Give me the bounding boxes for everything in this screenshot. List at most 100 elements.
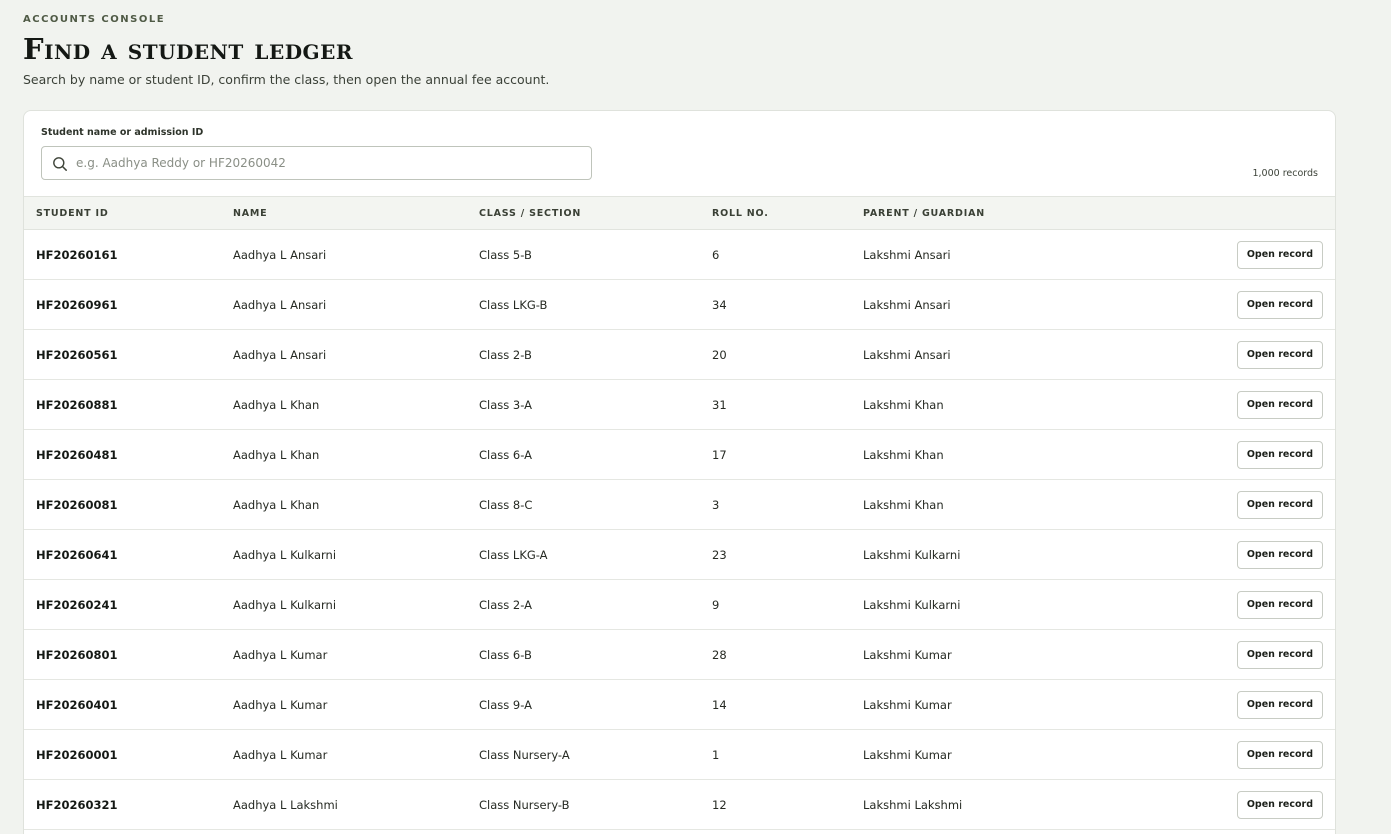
table-row[interactable]: HF20260961 Aadhya L Ansari Class LKG-B 34 La… <box>24 279 1335 330</box>
cell-action: Open record <box>1167 779 1335 830</box>
open-record-button[interactable]: Open record <box>1236 440 1323 469</box>
open-record-button[interactable]: Open record <box>1236 690 1323 719</box>
open-record-button[interactable]: Open record <box>1236 590 1323 619</box>
cell-student-id: HF20260241 <box>24 579 221 630</box>
cell-action: Open record <box>1167 429 1335 480</box>
cell-class-section: Class LKG-B <box>467 279 700 330</box>
cell-roll-no: 34 <box>700 279 851 330</box>
cell-student-id: HF20260481 <box>24 429 221 480</box>
cell-student-id: HF20260561 <box>24 329 221 380</box>
cell-name: Aadhya L Lakshmi <box>221 779 467 830</box>
cell-parent: Lakshmi Kumar <box>851 729 1167 780</box>
page-subtitle: Search by name or student ID, confirm th… <box>23 72 550 87</box>
table-row[interactable]: HF20260081 Aadhya L Khan Class 8-C 3 Lakshmi… <box>24 479 1335 530</box>
cell-name: Aadhya L Khan <box>221 429 467 480</box>
cell-action: Open record <box>1167 279 1335 330</box>
cell-class-section: Class Nursery-B <box>467 779 700 830</box>
cell-class-section: Class 2-B <box>467 329 700 380</box>
students-table: STUDENT ID NAME CLASS / SECTION ROLL NO.… <box>24 196 1335 830</box>
column-header-student-id: STUDENT ID <box>24 196 221 230</box>
cell-name: Aadhya L Kumar <box>221 679 467 730</box>
table-row[interactable]: HF20260161 Aadhya L Ansari Class 5-B 6 Laksh… <box>24 229 1335 280</box>
table-row[interactable]: HF20260481 Aadhya L Khan Class 6-A 17 Lakshm… <box>24 429 1335 480</box>
cell-name: Aadhya L Kumar <box>221 629 467 680</box>
cell-action: Open record <box>1167 579 1335 630</box>
open-record-button[interactable]: Open record <box>1236 790 1323 819</box>
cell-roll-no: 17 <box>700 429 851 480</box>
page: ACCOUNTS CONSOLE Find a student ledger S… <box>0 0 1391 834</box>
cell-parent: Lakshmi Lakshmi <box>851 779 1167 830</box>
cell-action: Open record <box>1167 379 1335 430</box>
table-row[interactable]: HF20260561 Aadhya L Ansari Class 2-B 20 Laks… <box>24 329 1335 380</box>
cell-parent: Lakshmi Ansari <box>851 229 1167 280</box>
cell-parent: Lakshmi Khan <box>851 479 1167 530</box>
cell-action: Open record <box>1167 479 1335 530</box>
cell-student-id: HF20260161 <box>24 229 221 280</box>
table-header-row: STUDENT ID NAME CLASS / SECTION ROLL NO.… <box>24 196 1335 230</box>
cell-class-section: Class Nursery-A <box>467 729 700 780</box>
cell-action: Open record <box>1167 729 1335 780</box>
search-input[interactable] <box>76 147 581 179</box>
cell-roll-no: 31 <box>700 379 851 430</box>
cell-roll-no: 20 <box>700 329 851 380</box>
column-header-roll-no: ROLL NO. <box>700 196 851 230</box>
table-row[interactable]: HF20260801 Aadhya L Kumar Class 6-B 28 Laksh… <box>24 629 1335 680</box>
cell-parent: Lakshmi Khan <box>851 429 1167 480</box>
cell-action: Open record <box>1167 679 1335 730</box>
column-header-class-section: CLASS / SECTION <box>467 196 700 230</box>
console-eyebrow: ACCOUNTS CONSOLE <box>23 14 166 25</box>
cell-name: Aadhya L Ansari <box>221 329 467 380</box>
table-row[interactable]: HF20260401 Aadhya L Kumar Class 9-A 14 Laksh… <box>24 679 1335 730</box>
cell-class-section: Class 6-A <box>467 429 700 480</box>
cell-student-id: HF20260881 <box>24 379 221 430</box>
cell-roll-no: 1 <box>700 729 851 780</box>
table-row[interactable]: HF20260001 Aadhya L Kumar Class Nursery-A 1… <box>24 729 1335 780</box>
cell-class-section: Class 9-A <box>467 679 700 730</box>
cell-student-id: HF20260961 <box>24 279 221 330</box>
cell-name: Aadhya L Khan <box>221 479 467 530</box>
cell-name: Aadhya L Ansari <box>221 229 467 280</box>
column-header-action <box>1167 196 1335 230</box>
cell-parent: Lakshmi Kulkarni <box>851 529 1167 580</box>
search-box[interactable] <box>41 146 592 180</box>
open-record-button[interactable]: Open record <box>1236 340 1323 369</box>
cell-parent: Lakshmi Ansari <box>851 329 1167 380</box>
table-row[interactable]: HF20260321 Aadhya L Lakshmi Class Nursery-… <box>24 779 1335 830</box>
cell-class-section: Class 2-A <box>467 579 700 630</box>
cell-class-section: Class LKG-A <box>467 529 700 580</box>
search-card: Student name or admission ID 1,000 recor… <box>23 110 1336 834</box>
cell-action: Open record <box>1167 329 1335 380</box>
cell-name: Aadhya L Kulkarni <box>221 529 467 580</box>
cell-parent: Lakshmi Kumar <box>851 679 1167 730</box>
cell-parent: Lakshmi Ansari <box>851 279 1167 330</box>
record-count: 1,000 records <box>1252 168 1318 179</box>
cell-roll-no: 3 <box>700 479 851 530</box>
table-row[interactable]: HF20260881 Aadhya L Khan Class 3-A 31 Lakshm… <box>24 379 1335 430</box>
cell-roll-no: 9 <box>700 579 851 630</box>
cell-student-id: HF20260081 <box>24 479 221 530</box>
cell-student-id: HF20260801 <box>24 629 221 680</box>
open-record-button[interactable]: Open record <box>1236 490 1323 519</box>
cell-roll-no: 28 <box>700 629 851 680</box>
table-row[interactable]: HF20260641 Aadhya L Kulkarni Class LKG-A 23… <box>24 529 1335 580</box>
open-record-button[interactable]: Open record <box>1236 390 1323 419</box>
open-record-button[interactable]: Open record <box>1236 740 1323 769</box>
table-row[interactable]: HF20260241 Aadhya L Kulkarni Class 2-A 9 Lak… <box>24 579 1335 630</box>
search-label: Student name or admission ID <box>41 127 204 138</box>
cell-roll-no: 12 <box>700 779 851 830</box>
column-header-parent: PARENT / GUARDIAN <box>851 196 1167 230</box>
open-record-button[interactable]: Open record <box>1236 640 1323 669</box>
open-record-button[interactable]: Open record <box>1236 290 1323 319</box>
cell-name: Aadhya L Kumar <box>221 729 467 780</box>
open-record-button[interactable]: Open record <box>1236 240 1323 269</box>
search-icon <box>52 156 68 172</box>
cell-parent: Lakshmi Kulkarni <box>851 579 1167 630</box>
cell-class-section: Class 8-C <box>467 479 700 530</box>
open-record-button[interactable]: Open record <box>1236 540 1323 569</box>
cell-roll-no: 23 <box>700 529 851 580</box>
cell-roll-no: 14 <box>700 679 851 730</box>
cell-class-section: Class 6-B <box>467 629 700 680</box>
cell-parent: Lakshmi Khan <box>851 379 1167 430</box>
page-title: Find a student ledger <box>23 32 353 66</box>
cell-action: Open record <box>1167 629 1335 680</box>
